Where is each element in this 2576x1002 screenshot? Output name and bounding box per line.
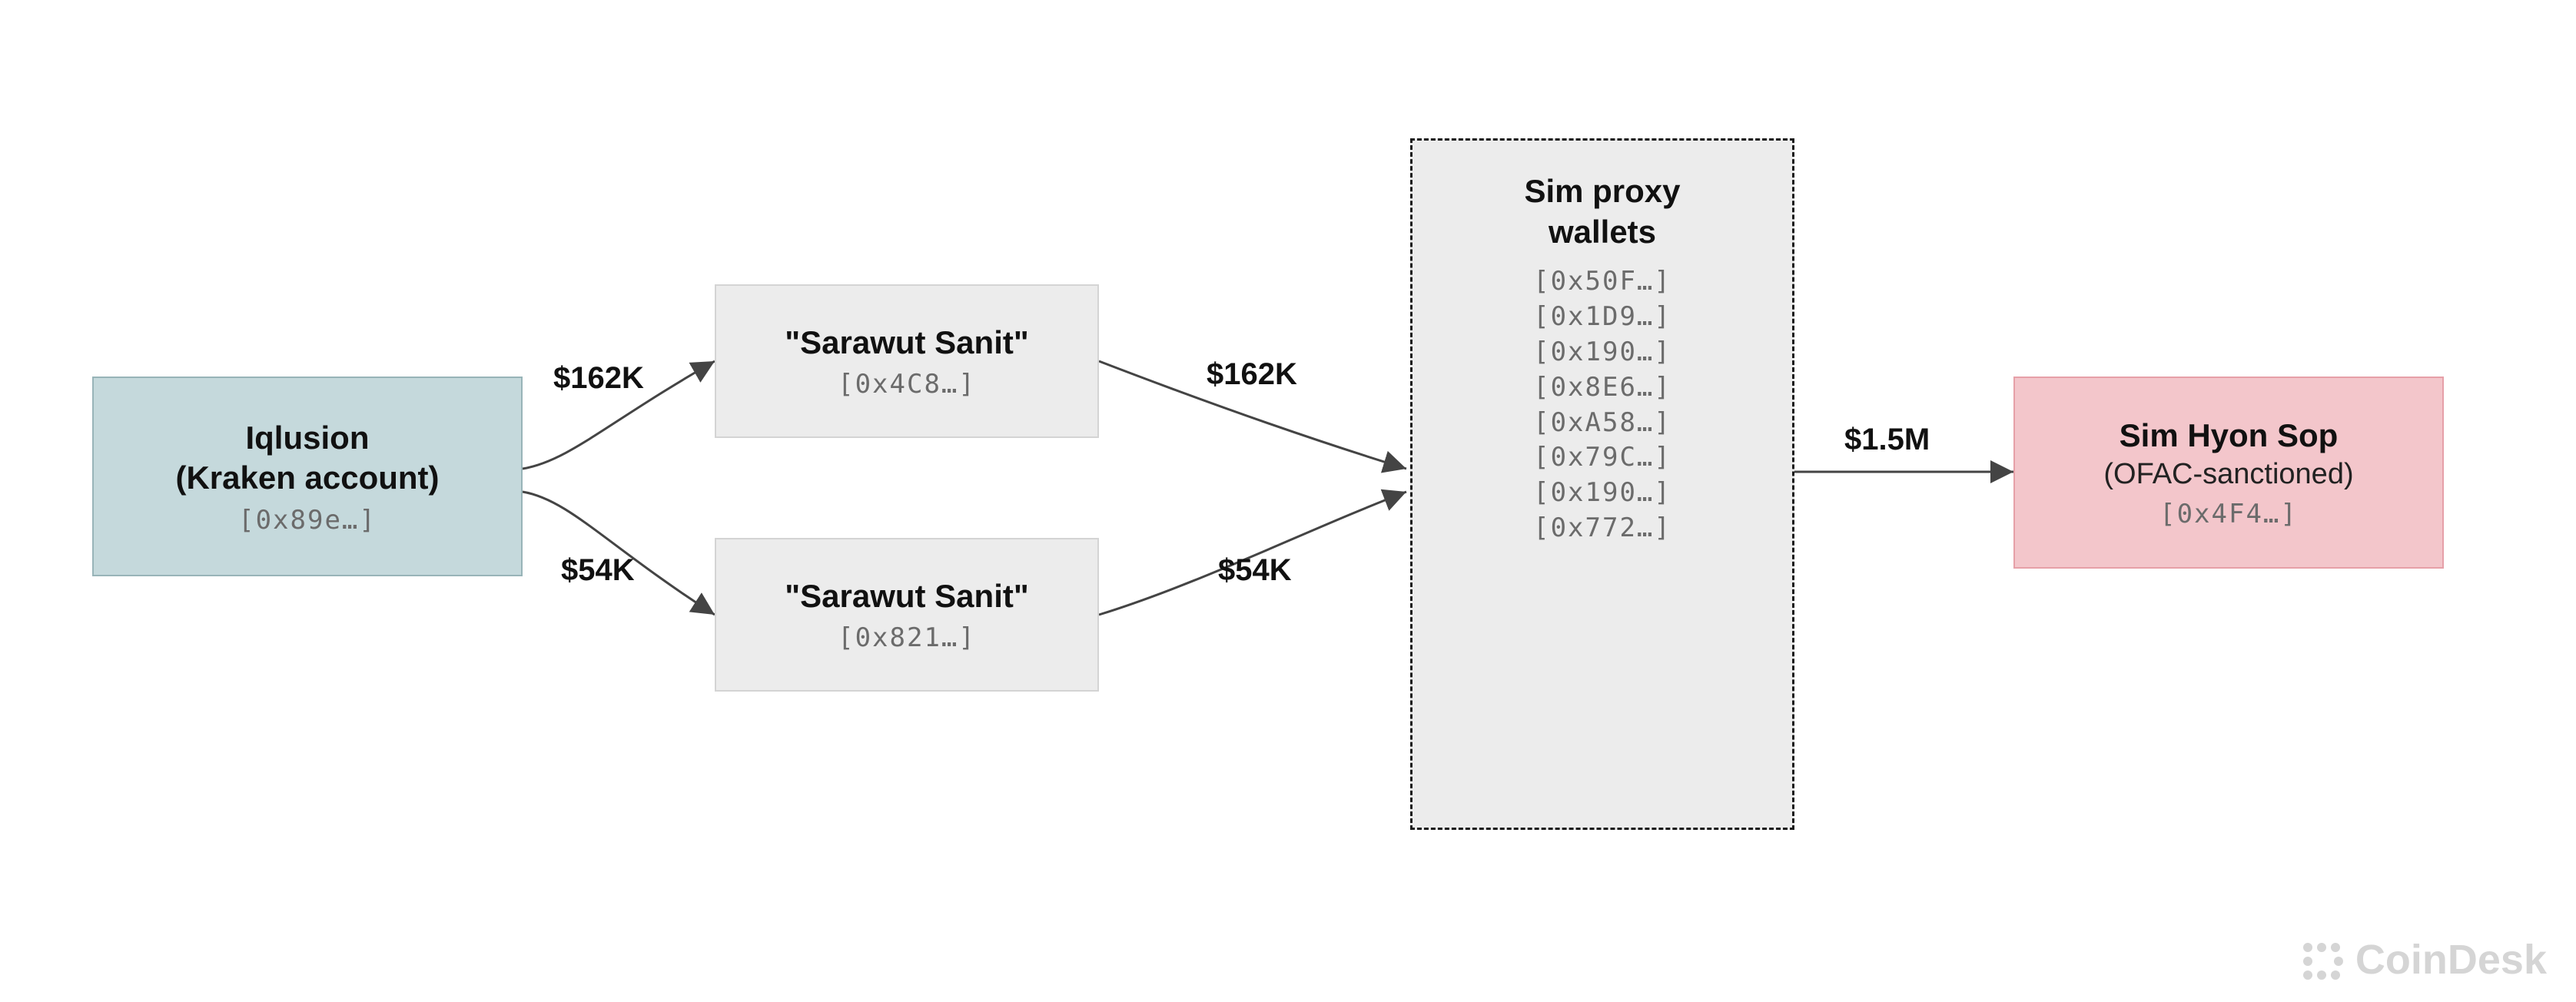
node-sanit-2-address: [0x821…] bbox=[838, 622, 976, 653]
node-iqlusion-title: Iqlusion (Kraken account) bbox=[175, 418, 439, 499]
node-sanit-1-title: "Sarawut Sanit" bbox=[785, 323, 1029, 363]
node-sanit-2-title: "Sarawut Sanit" bbox=[785, 576, 1029, 617]
node-sanit-1: "Sarawut Sanit" [0x4C8…] bbox=[715, 284, 1099, 438]
node-sim-title: Sim Hyon Sop bbox=[2120, 416, 2339, 456]
node-iqlusion: Iqlusion (Kraken account) [0x89e…] bbox=[92, 377, 523, 576]
edge-label-s2-proxy: $54K bbox=[1218, 553, 1292, 588]
flow-diagram: Iqlusion (Kraken account) [0x89e…] "Sara… bbox=[0, 0, 2576, 1002]
node-sim-address: [0x4F4…] bbox=[2159, 499, 2298, 529]
node-sim-hyon-sop: Sim Hyon Sop (OFAC-sanctioned) [0x4F4…] bbox=[2013, 377, 2444, 569]
node-sanit-2: "Sarawut Sanit" [0x821…] bbox=[715, 538, 1099, 692]
node-proxy-wallets: Sim proxy wallets [0x50F…] [0x1D9…] [0x1… bbox=[1410, 138, 1794, 830]
edge-label-s1-proxy: $162K bbox=[1207, 357, 1297, 392]
edge-label-proxy-sim: $1.5M bbox=[1844, 423, 1930, 457]
node-sanit-1-address: [0x4C8…] bbox=[838, 369, 976, 400]
edge-label-iq-s1: $162K bbox=[553, 361, 644, 396]
node-proxy-address-list: [0x50F…] [0x1D9…] [0x190…] [0x8E6…] [0xA… bbox=[1533, 264, 1671, 546]
coindesk-logo-icon bbox=[2303, 940, 2343, 980]
node-iqlusion-address: [0x89e…] bbox=[238, 505, 377, 536]
edge-label-iq-s2: $54K bbox=[561, 553, 635, 588]
watermark: CoinDesk bbox=[2303, 936, 2547, 984]
node-sim-subtitle: (OFAC-sanctioned) bbox=[2103, 456, 2353, 493]
node-proxy-title: Sim proxy wallets bbox=[1524, 171, 1680, 252]
watermark-text: CoinDesk bbox=[2355, 936, 2547, 984]
